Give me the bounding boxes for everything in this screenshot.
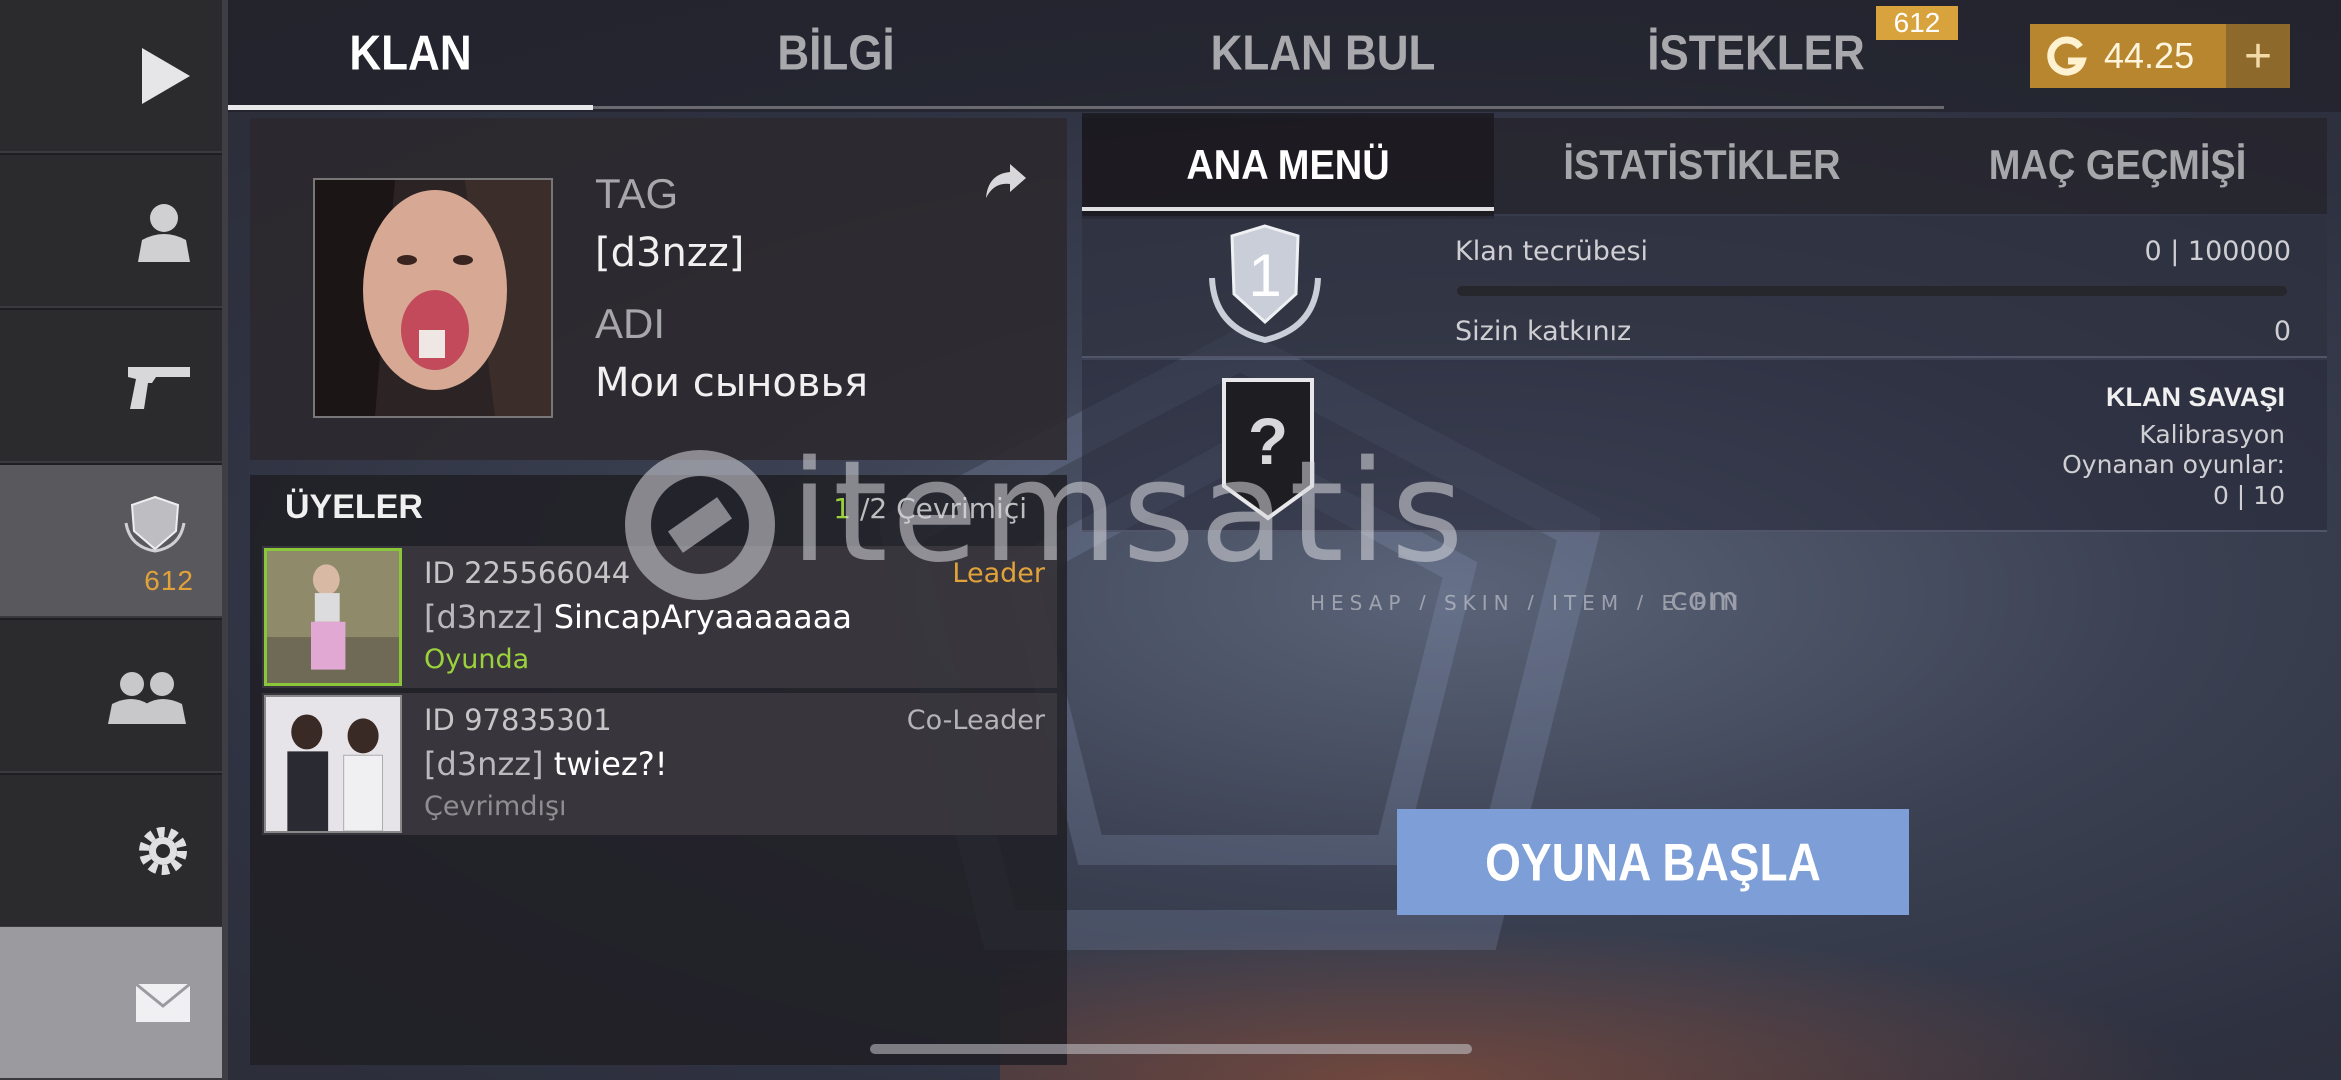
sidebar-item-weapons[interactable] — [0, 310, 222, 463]
tab-ana-menu[interactable]: ANA MENÜ — [1082, 113, 1494, 219]
clan-avatar — [313, 178, 553, 418]
tab-mac-gecmisi[interactable]: MAÇ GEÇMİŞİ — [1910, 113, 2325, 219]
member-name: [d3nzz] twiez?! — [424, 745, 668, 783]
requests-count-badge: 612 — [1876, 6, 1958, 40]
gold-g-icon — [2047, 36, 2087, 76]
games-played-value: 0 | 10 — [2212, 481, 2285, 510]
member-id: ID 225566044 — [424, 556, 631, 590]
person-icon — [138, 203, 190, 262]
tab-klan-bul[interactable]: KLAN BUL — [1123, 0, 1523, 114]
member-id: ID 97835301 — [424, 703, 612, 737]
contribution-value: 0 — [2273, 316, 2291, 347]
members-title: ÜYELER — [285, 488, 423, 526]
tab-bilgi[interactable]: BİLGİ — [636, 0, 1036, 114]
sidebar-item-mail[interactable] — [0, 927, 222, 1080]
contribution-label: Sizin katkınız — [1455, 316, 1632, 347]
currency-display: 44.25 + — [2030, 24, 2290, 88]
sidebar: 612 — [0, 0, 222, 1080]
member-avatar — [264, 695, 402, 833]
tab-active-indicator — [228, 105, 593, 110]
sidebar-item-clan[interactable]: 612 — [0, 465, 222, 618]
sub-tab-active-indicator — [1082, 207, 1494, 211]
friends-icon — [108, 671, 186, 724]
member-clan-tag: [d3nzz] — [424, 598, 544, 636]
clan-xp-label: Klan tecrübesi — [1455, 236, 1649, 267]
sidebar-item-play[interactable] — [0, 0, 222, 153]
clan-war-title: KLAN SAVAŞI — [2105, 382, 2285, 412]
sidebar-item-friends[interactable] — [0, 620, 222, 773]
watermark-brand: itemsatis — [790, 440, 1468, 594]
clan-war-status: Kalibrasyon — [2139, 420, 2285, 449]
clan-rank-value: 1 — [1248, 242, 1281, 309]
sidebar-divider — [222, 0, 228, 1080]
share-icon[interactable] — [984, 160, 1028, 200]
currency-value: 44.25 — [2104, 35, 2195, 76]
clan-name-value: Мои сыновья — [595, 360, 869, 406]
member-nickname: twiez?! — [553, 745, 668, 783]
itemsatis-watermark: itemsatis HESAP / SKIN / ITEM / E-PIN .c… — [625, 440, 1739, 610]
envelope-icon — [135, 982, 191, 1022]
clan-shield-icon — [124, 495, 186, 553]
member-avatar — [264, 548, 402, 686]
play-icon — [142, 47, 190, 104]
add-currency-button[interactable]: + — [2226, 24, 2290, 88]
clan-rank-badge: 1 — [1209, 224, 1321, 344]
tab-istatistikler[interactable]: İSTATİSTİKLER — [1496, 113, 1908, 219]
tab-klan[interactable]: KLAN — [228, 0, 593, 114]
games-played-label: Oynanan oyunlar: — [2062, 450, 2285, 479]
clan-name-label: ADI — [595, 300, 666, 347]
member-role: Co-Leader — [906, 705, 1045, 736]
clan-xp-value: 0 | 100000 — [2144, 236, 2291, 267]
sidebar-item-settings[interactable] — [0, 775, 222, 928]
clan-tag-label: TAG — [595, 170, 679, 217]
start-game-label: OYUNA BAŞLA — [1485, 832, 1821, 892]
gear-icon — [139, 826, 187, 875]
clan-count-badge: 612 — [144, 565, 194, 596]
pistol-icon — [128, 366, 190, 409]
clan-tag-value: [d3nzz] — [595, 230, 745, 276]
member-row[interactable]: ID 97835301 Co-Leader [d3nzz] twiez?! Çe… — [262, 693, 1057, 835]
member-status: Çevrimdışı — [424, 791, 567, 822]
start-game-button[interactable]: OYUNA BAŞLA — [1397, 809, 1909, 915]
member-clan-tag: [d3nzz] — [424, 745, 544, 783]
member-status: Oyunda — [424, 644, 530, 675]
sidebar-item-profile[interactable] — [0, 155, 222, 308]
clan-xp-progress-bar — [1457, 286, 2287, 296]
watermark-domain: .com — [1660, 580, 1739, 610]
home-indicator[interactable] — [870, 1044, 1472, 1054]
